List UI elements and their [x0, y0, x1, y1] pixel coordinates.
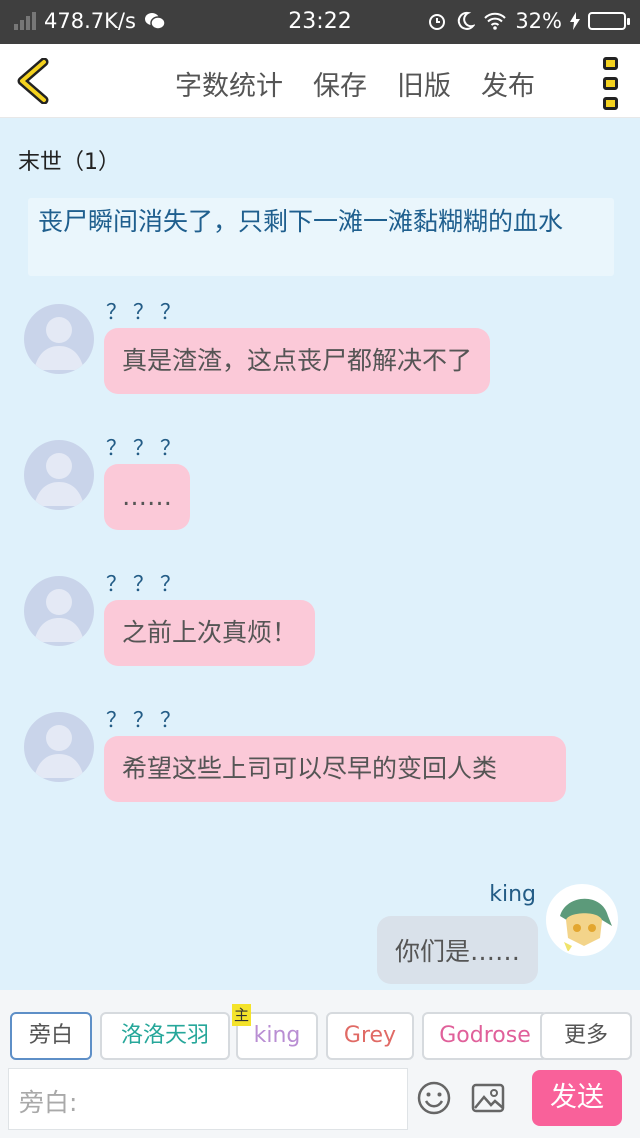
image-icon[interactable] [470, 1080, 506, 1116]
charging-icon [570, 12, 580, 30]
role-luoluotianyu[interactable]: 洛洛天羽 [100, 1012, 230, 1060]
more-menu-icon[interactable] [603, 57, 618, 110]
role-label: king [253, 1023, 301, 1048]
chapter-title: 末世（1） [18, 150, 120, 175]
role-selector: 旁白 洛洛天羽 主 king Grey Godrose 更多 [0, 990, 640, 1066]
role-narration[interactable]: 旁白 [10, 1012, 92, 1060]
alarm-icon [429, 14, 446, 30]
sender-name: ？？？ [106, 708, 187, 732]
top-navigation: 字数统计 保存 旧版 发布 [0, 44, 640, 118]
message-bubble[interactable]: 之前上次真烦！ [104, 600, 316, 666]
host-badge: 主 [232, 1004, 252, 1026]
avatar[interactable] [24, 576, 94, 646]
sender-name: ？？？ [106, 300, 187, 324]
publish-button[interactable]: 发布 [481, 64, 535, 103]
sender-name: ？？？ [106, 572, 187, 596]
message-input[interactable]: 旁白: [8, 1068, 408, 1130]
moon-icon [458, 11, 476, 30]
send-button[interactable]: 发送 [532, 1070, 622, 1126]
role-godrose[interactable]: Godrose [422, 1012, 548, 1060]
message-bubble[interactable]: 真是渣渣，这点丧尸都解决不了 [104, 328, 491, 394]
more-roles-button[interactable]: 更多 [540, 1012, 632, 1060]
avatar[interactable] [24, 440, 94, 510]
message-bubble[interactable]: …… [104, 464, 190, 530]
avatar[interactable] [24, 304, 94, 374]
composer: 旁白: 发送 [0, 1066, 640, 1138]
battery-percent: 32% [515, 9, 562, 33]
avatar[interactable] [546, 884, 618, 956]
role-grey[interactable]: Grey [326, 1012, 414, 1060]
narration-block: 丧尸瞬间消失了，只剩下一滩一滩黏糊糊的血水 [28, 198, 614, 276]
word-count-button[interactable]: 字数统计 [175, 64, 283, 103]
role-king[interactable]: 主 king [232, 1004, 318, 1060]
save-button[interactable]: 保存 [313, 64, 367, 103]
chat-area[interactable]: 末世（1） 丧尸瞬间消失了，只剩下一滩一滩黏糊糊的血水 ？？？ 真是渣渣，这点丧… [0, 118, 640, 990]
back-chevron-icon[interactable] [14, 58, 54, 104]
message-bubble[interactable]: 希望这些上司可以尽早的变回人类 [104, 736, 566, 802]
old-version-button[interactable]: 旧版 [397, 64, 451, 103]
avatar[interactable] [24, 712, 94, 782]
battery-icon [588, 12, 630, 30]
emoji-icon[interactable] [416, 1080, 452, 1116]
message-bubble[interactable]: 你们是…… [376, 916, 538, 984]
sender-name: ？？？ [106, 436, 187, 460]
sender-name: king [489, 882, 536, 907]
status-bar: 478.7K/s 23:22 32% [0, 0, 640, 44]
wifi-icon [484, 12, 507, 30]
